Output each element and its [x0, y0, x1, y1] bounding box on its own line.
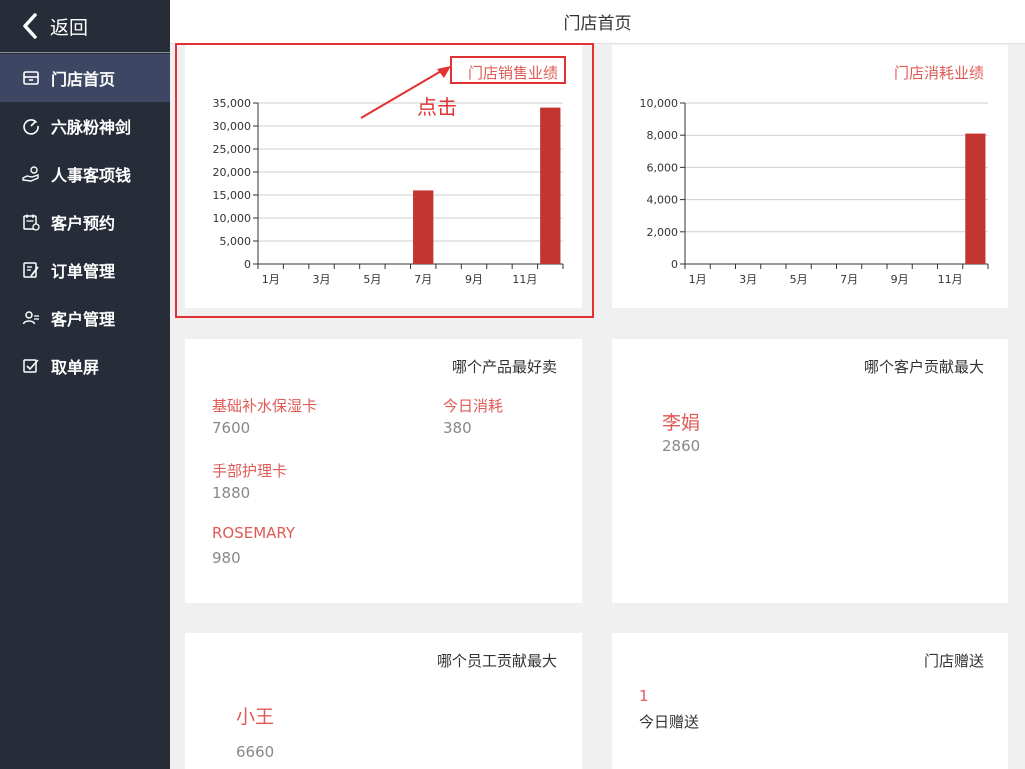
gauge-icon [22, 117, 40, 135]
consumption-bar-chart: 10,000 8,000 6,000 4,000 2,000 0 1月 3月 5月 7月 9月 11月 [640, 97, 989, 286]
x-tick-label: 1月 [689, 273, 707, 286]
annotation-click-text: 点击 [417, 95, 457, 119]
product-name: ROSEMARY [212, 524, 296, 542]
store-icon [22, 69, 40, 87]
product-name: 今日消耗 [443, 397, 504, 415]
product-name: 基础补水保湿卡 [212, 397, 318, 415]
sidebar-item-label: 六脉粉神剑 [51, 118, 132, 137]
product-value: 7600 [212, 419, 251, 437]
y-tick-label: 4,000 [647, 194, 679, 207]
sidebar-item-label: 人事客项钱 [51, 166, 132, 185]
sidebar-item-label: 取单屏 [51, 358, 100, 377]
hand-coin-icon [22, 165, 40, 183]
chevron-left-icon [23, 13, 37, 39]
y-tick-label: 10,000 [213, 212, 252, 225]
top-employee-card: 哪个员工贡献最大 小王 6660 [185, 633, 582, 769]
product-value: 380 [443, 419, 472, 437]
y-tick-label: 8,000 [647, 129, 679, 142]
y-tick-label: 0 [244, 258, 251, 271]
page-header: 门店首页 [170, 0, 1025, 44]
x-tick-label: 5月 [790, 273, 808, 286]
bar [965, 133, 986, 264]
y-tick-label: 0 [671, 258, 678, 271]
gift-label: 今日赠送 [639, 713, 700, 731]
x-tick-label: 9月 [465, 273, 483, 286]
sidebar-item-hr[interactable]: 人事客项钱 [0, 150, 170, 198]
x-tick-label: 3月 [739, 273, 757, 286]
y-tick-label: 30,000 [213, 120, 252, 133]
sidebar-item-store-home[interactable]: 门店首页 [0, 54, 170, 102]
sidebar-item-orders[interactable]: 订单管理 [0, 246, 170, 294]
x-tick-label: 11月 [938, 273, 963, 286]
sidebar-item-label: 客户预约 [51, 214, 116, 233]
sidebar: 返回 门店首页 六脉粉神剑 人事客项钱 客户预约 订单管理 客户管理 取单屏 [0, 0, 170, 769]
x-tick-label: 7月 [840, 273, 858, 286]
top-customer-card: 哪个客户贡献最大 李娟 2860 [612, 339, 1008, 603]
y-tick-label: 35,000 [213, 97, 252, 110]
y-tick-label: 25,000 [213, 143, 252, 156]
best-products-card: 哪个产品最好卖 基础补水保湿卡 7600 今日消耗 380 手部护理卡 1880… [185, 339, 582, 603]
product-value: 1880 [212, 484, 251, 502]
y-tick-label: 20,000 [213, 166, 252, 179]
y-tick-label: 5,000 [220, 235, 252, 248]
sidebar-item-liumai[interactable]: 六脉粉神剑 [0, 102, 170, 150]
x-tick-label: 1月 [262, 273, 280, 286]
consumption-chart-card: 门店消耗业绩 10,000 8,000 6,000 4,000 2,000 0 1月 3月 5月… [612, 45, 1008, 308]
employee-card-title: 哪个员工贡献最大 [436, 652, 557, 670]
product-value: 980 [212, 549, 241, 567]
back-button[interactable]: 返回 [0, 0, 170, 53]
gift-count: 1 [639, 687, 649, 705]
x-tick-label: 5月 [363, 273, 381, 286]
x-tick-label: 11月 [512, 273, 537, 286]
employee-name: 小王 [236, 706, 275, 728]
store-gift-card: 门店赠送 1 今日赠送 [612, 633, 1008, 769]
x-tick-label: 3月 [313, 273, 331, 286]
calendar-icon [22, 213, 40, 231]
sidebar-item-label: 门店首页 [51, 70, 116, 89]
sidebar-item-customers[interactable]: 客户管理 [0, 294, 170, 342]
bar [413, 190, 434, 264]
customer-card-title: 哪个客户贡献最大 [863, 358, 984, 376]
sidebar-item-appointment[interactable]: 客户预约 [0, 198, 170, 246]
x-tick-label: 7月 [414, 273, 432, 286]
employee-value: 6660 [236, 743, 275, 761]
sidebar-item-label: 客户管理 [51, 310, 116, 329]
sidebar-item-pickup-screen[interactable]: 取单屏 [0, 342, 170, 390]
product-name: 手部护理卡 [212, 462, 288, 480]
sidebar-item-label: 订单管理 [51, 262, 116, 281]
x-tick-label: 9月 [891, 273, 909, 286]
y-tick-label: 10,000 [640, 97, 679, 110]
customer-name: 李娟 [662, 412, 701, 434]
page-title: 门店首页 [563, 14, 632, 34]
products-card-title: 哪个产品最好卖 [451, 358, 557, 376]
y-tick-label: 15,000 [213, 189, 252, 202]
edit-icon [22, 261, 40, 279]
customer-value: 2860 [662, 437, 701, 455]
y-tick-label: 6,000 [647, 161, 679, 174]
bar [540, 107, 561, 264]
back-label: 返回 [50, 16, 89, 39]
checkbox-icon [22, 357, 40, 375]
y-tick-label: 2,000 [647, 226, 679, 239]
users-icon [22, 309, 40, 327]
gift-card-title: 门店赠送 [923, 652, 984, 670]
